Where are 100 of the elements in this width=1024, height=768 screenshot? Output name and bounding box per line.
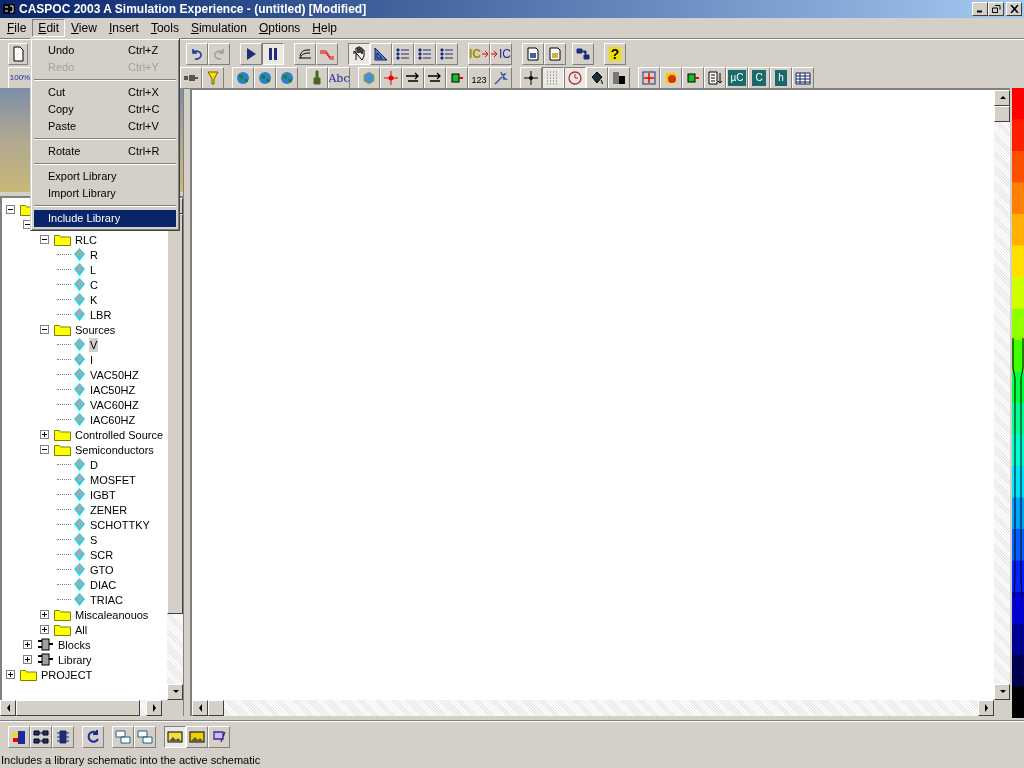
app-icon — [2, 2, 16, 16]
menu-item[interactable]: File — [1, 19, 33, 37]
toolbar-button[interactable]: 123 — [468, 67, 490, 89]
tree-item[interactable]: SCR — [89, 547, 115, 562]
toolbar-button[interactable] — [348, 43, 370, 65]
scrollbar-thumb[interactable] — [994, 106, 1010, 122]
tree-item[interactable]: GTO — [89, 562, 115, 577]
menu-item[interactable]: Cut Ctrl+X — [34, 84, 176, 101]
scrollbar-thumb[interactable] — [208, 700, 224, 716]
menu-item[interactable]: Copy Ctrl+C — [34, 101, 176, 118]
tree-item[interactable]: VAC60HZ — [89, 397, 140, 412]
diamond-icon — [73, 502, 86, 517]
diamond-icon — [73, 247, 86, 262]
toolbar-button[interactable]: IC — [490, 43, 512, 65]
tree-item[interactable]: TRIAC — [89, 592, 124, 607]
sort-icon — [707, 70, 723, 86]
scroll-down-button[interactable] — [994, 684, 1010, 700]
tree-item[interactable]: K — [89, 292, 99, 307]
collapse-toggle-icon[interactable] — [40, 325, 49, 334]
paint-bucket-icon — [589, 70, 605, 86]
toolbar-button[interactable]: C — [748, 67, 770, 89]
menu-item[interactable]: Include Library — [34, 210, 176, 227]
minimize-button[interactable] — [972, 2, 988, 16]
tree-item[interactable]: MOSFET — [89, 472, 137, 487]
tree-item[interactable]: VAC50HZ — [89, 367, 140, 382]
close-icon — [1009, 5, 1019, 13]
tree-item[interactable]: PROJECT — [40, 667, 94, 682]
tree-item[interactable]: Library — [57, 652, 93, 667]
component-icon — [37, 638, 54, 651]
expand-toggle-icon[interactable] — [40, 610, 49, 619]
tree-item[interactable]: SCHOTTKY — [89, 517, 151, 532]
tree-item[interactable]: L — [89, 262, 98, 277]
hand-icon — [351, 46, 367, 62]
close-button[interactable] — [1006, 2, 1022, 16]
folder-icon — [54, 428, 71, 441]
menu-item[interactable]: Import Library — [34, 185, 176, 202]
diamond-icon — [73, 532, 86, 547]
expand-toggle-icon[interactable] — [23, 655, 32, 664]
tree-item[interactable]: IAC50HZ — [89, 382, 137, 397]
menu-item[interactable]: View — [65, 19, 103, 37]
diamond-icon — [73, 592, 86, 607]
scrollbar-track[interactable] — [140, 700, 146, 716]
restore-button[interactable] — [988, 2, 1004, 16]
crosshair-icon — [383, 70, 399, 86]
menu-item[interactable]: Paste Ctrl+V — [34, 118, 176, 135]
tree-item[interactable]: V — [89, 337, 99, 352]
expand-toggle-icon[interactable] — [40, 430, 49, 439]
menu-item[interactable]: Options — [252, 19, 307, 37]
scroll-right-button[interactable] — [146, 700, 162, 716]
collapse-toggle-icon[interactable] — [6, 205, 15, 214]
globe-icon — [235, 70, 251, 86]
menu-item[interactable]: Simulation — [184, 19, 253, 37]
tree-item[interactable]: All — [74, 622, 89, 637]
toolbar-button[interactable]: h — [770, 67, 792, 89]
toolbar-button[interactable]: 100% — [8, 67, 32, 89]
tree-item[interactable]: ZENER — [89, 502, 129, 517]
tree-item[interactable]: S — [89, 532, 99, 547]
tree-item[interactable]: Controlled Source — [74, 427, 165, 442]
scrollbar-thumb[interactable] — [167, 214, 183, 614]
toolbar-button[interactable]: µC — [726, 67, 748, 89]
tree-item[interactable]: D — [89, 457, 99, 472]
tree-item[interactable]: Blocks — [57, 637, 92, 652]
menu-item[interactable]: Rotate Ctrl+R — [34, 143, 176, 160]
diamond-icon — [73, 577, 86, 592]
expand-toggle-icon[interactable] — [23, 640, 32, 649]
tree-item[interactable]: C — [89, 277, 99, 292]
collapse-toggle-icon[interactable] — [40, 235, 49, 244]
menu-item[interactable]: Tools — [144, 19, 185, 37]
toolbar-button[interactable] — [164, 726, 186, 748]
tree-item[interactable]: RLC — [74, 232, 98, 247]
tree-item[interactable]: Sources — [74, 322, 117, 337]
scroll-right-button[interactable] — [978, 700, 994, 716]
restore-icon — [991, 5, 1001, 13]
tree-item[interactable]: LBR — [89, 307, 113, 322]
expand-toggle-icon[interactable] — [6, 670, 15, 679]
tree-item[interactable]: DIAC — [89, 577, 118, 592]
tree-item[interactable]: R — [89, 247, 99, 262]
toolbar-button[interactable]: Abc — [328, 67, 350, 89]
scroll-left-button[interactable] — [0, 700, 16, 716]
menu-item[interactable]: Help — [306, 19, 344, 37]
diamond-icon — [73, 472, 86, 487]
scroll-left-button[interactable] — [192, 700, 208, 716]
tree-item[interactable]: IAC60HZ — [89, 412, 137, 427]
toolbar-button[interactable]: ? — [604, 43, 626, 65]
tree-item[interactable]: Semiconductors — [74, 442, 155, 457]
expand-toggle-icon[interactable] — [40, 625, 49, 634]
menu-item[interactable]: Edit — [32, 19, 66, 37]
tree-item[interactable]: IGBT — [89, 487, 117, 502]
tree-item[interactable]: I — [89, 352, 95, 367]
collapse-toggle-icon[interactable] — [40, 445, 49, 454]
toolbar-button[interactable] — [564, 67, 586, 89]
paint-icon — [211, 729, 227, 745]
scrollbar-thumb[interactable] — [16, 700, 140, 716]
scroll-down-button[interactable] — [167, 684, 183, 700]
tree-item[interactable]: Miscaleanouos — [74, 607, 150, 622]
menu-item[interactable]: Export Library — [34, 168, 176, 185]
menu-item[interactable]: Undo Ctrl+Z — [34, 42, 176, 59]
toolbar-button[interactable] — [262, 43, 284, 65]
scroll-up-button[interactable] — [994, 90, 1010, 106]
menu-item[interactable]: Insert — [102, 19, 145, 37]
